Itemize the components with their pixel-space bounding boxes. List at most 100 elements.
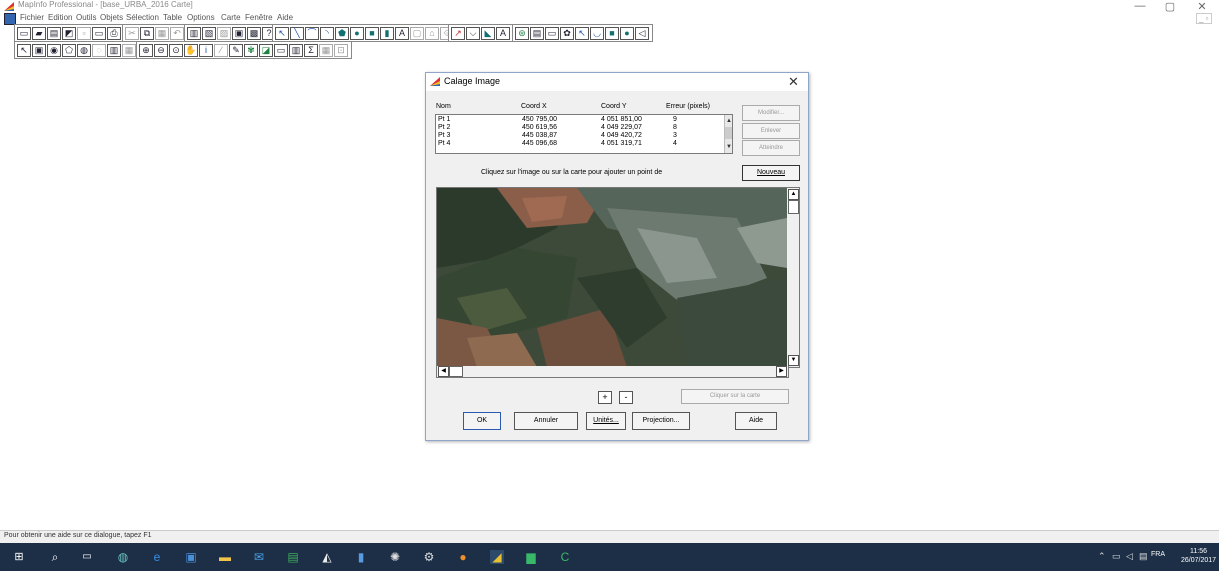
line-style-icon[interactable]: ↗ (451, 26, 465, 40)
text-icon[interactable]: A (395, 26, 409, 40)
hotlink-icon[interactable]: ⁄ (214, 43, 228, 57)
photos-icon[interactable]: ◭ (320, 550, 334, 564)
layer-control-icon[interactable]: ◪ (259, 43, 273, 57)
ellipse-icon[interactable]: ● (350, 26, 364, 40)
label-icon[interactable]: ✎ (229, 43, 243, 57)
app-doc-icon[interactable]: ▮ (354, 550, 368, 564)
polygon-icon[interactable]: ⬟ (335, 26, 349, 40)
edge-icon[interactable]: e (150, 550, 164, 564)
menu-aide[interactable]: Aide (277, 13, 293, 22)
polygon-style-icon[interactable]: ◣ (481, 26, 495, 40)
image-horizontal-scrollbar[interactable]: ◀ ▶ (436, 366, 789, 378)
modifier-button[interactable]: Modifier... (742, 105, 800, 121)
drag-map-icon[interactable]: ✾ (244, 43, 258, 57)
rounded-rect-icon[interactable]: ▮ (380, 26, 394, 40)
graph-select-icon[interactable]: ▦ (122, 43, 136, 57)
add-node-icon[interactable]: ⌂ (425, 26, 439, 40)
mail-icon[interactable]: ✉ (252, 550, 266, 564)
start-icon[interactable]: ⊞ (12, 550, 26, 564)
firefox-icon[interactable]: ● (456, 550, 470, 564)
list-item[interactable]: Pt 2 450 619,56 4 049 229,07 8 (436, 124, 721, 132)
radius-icon[interactable]: ◉ (47, 43, 61, 57)
region-style-icon[interactable]: ⌵ (466, 26, 480, 40)
tool-b-icon[interactable]: ▤ (530, 26, 544, 40)
app-gear-icon[interactable]: ⚙ (422, 550, 436, 564)
print-icon[interactable]: ⎙ (107, 26, 121, 40)
marquee-icon[interactable]: ▣ (32, 43, 46, 57)
save-as-icon[interactable]: ▫ (77, 26, 91, 40)
polygon-select-icon[interactable]: ⬠ (62, 43, 76, 57)
app-green-icon[interactable]: ▆ (524, 550, 538, 564)
menu-table[interactable]: Table (163, 13, 182, 22)
zoom-in-button[interactable]: + (598, 391, 612, 404)
set-target-icon[interactable]: ▦ (319, 43, 333, 57)
boundary-icon[interactable]: ◍ (77, 43, 91, 57)
mdi-window-controls[interactable]: _ ▫ (1196, 13, 1212, 24)
rectangle-icon[interactable]: ■ (365, 26, 379, 40)
frame-icon[interactable]: ▢ (410, 26, 424, 40)
mapinfo-icon[interactable]: ◢ (490, 550, 504, 564)
list-scrollbar[interactable]: ▲ ▼ (724, 115, 732, 153)
scroll-down-icon[interactable]: ▼ (788, 355, 799, 366)
save-icon[interactable]: ◩ (62, 26, 76, 40)
projection-button[interactable]: Projection... (632, 412, 690, 430)
scroll-thumb[interactable] (449, 366, 463, 377)
raster-image-preview[interactable] (436, 187, 788, 368)
annuler-button[interactable]: Annuler (514, 412, 578, 430)
tool-g-icon[interactable]: ■ (605, 26, 619, 40)
menu-fichier[interactable]: Fichier (20, 13, 44, 22)
text-style-icon[interactable]: A (496, 26, 510, 40)
new-browser-icon[interactable]: ▥ (187, 26, 201, 40)
statistics-icon[interactable]: Σ (304, 43, 318, 57)
dialog-title-bar[interactable]: Calage Image ✕ (426, 73, 808, 91)
scroll-thumb[interactable] (725, 127, 732, 139)
menu-edition[interactable]: Edition (48, 13, 72, 22)
invert-icon[interactable]: ▥ (107, 43, 121, 57)
tray-volume-icon[interactable]: ◁ (1126, 551, 1133, 562)
tool-f-icon[interactable]: ◡ (590, 26, 604, 40)
tool-d-icon[interactable]: ✿ (560, 26, 574, 40)
app-blue-icon[interactable]: ▣ (184, 550, 198, 564)
ruler-icon[interactable]: ▭ (274, 43, 288, 57)
list-item[interactable]: Pt 4 445 096,68 4 051 319,71 4 (436, 140, 721, 148)
dialog-close-icon[interactable]: ✕ (788, 74, 799, 90)
grabber-icon[interactable]: ✋ (184, 43, 198, 57)
clip-region-icon[interactable]: ⊡ (334, 43, 348, 57)
app-globe-icon[interactable]: ◍ (116, 550, 130, 564)
cut-icon[interactable]: ✂ (125, 26, 139, 40)
excel-icon[interactable]: ▤ (286, 550, 300, 564)
app-network-icon[interactable]: ✺ (388, 550, 402, 564)
polyline-icon[interactable]: ⌒ (305, 26, 319, 40)
new-redistrict-icon[interactable]: ▩ (247, 26, 261, 40)
app-green-c-icon[interactable]: C (558, 550, 572, 564)
menu-carte[interactable]: Carte (221, 13, 241, 22)
paste-icon[interactable]: ▦ (155, 26, 169, 40)
close-icon[interactable]: ▭ (92, 26, 106, 40)
menu-options[interactable]: Options (187, 13, 215, 22)
unselect-icon[interactable]: ◌ (92, 43, 106, 57)
list-item[interactable]: Pt 3 445 038,87 4 049 420,72 3 (436, 132, 721, 140)
nouveau-button[interactable]: Nouveau (742, 165, 800, 181)
menu-fenetre[interactable]: Fenêtre (245, 13, 273, 22)
tool-c-icon[interactable]: ▭ (545, 26, 559, 40)
tray-clock[interactable]: 11:56 26/07/2017 (1181, 547, 1216, 565)
line-icon[interactable]: ╲ (290, 26, 304, 40)
arc-icon[interactable]: ◝ (320, 26, 334, 40)
scroll-up-icon[interactable]: ▲ (788, 189, 799, 200)
scroll-up-icon[interactable]: ▲ (725, 117, 732, 125)
atteindre-button[interactable]: Atteindre (742, 140, 800, 156)
tool-i-icon[interactable]: ◁ (635, 26, 649, 40)
ok-button[interactable]: OK (463, 412, 501, 430)
scroll-left-icon[interactable]: ◀ (438, 366, 449, 377)
new-mapper-icon[interactable]: ▧ (202, 26, 216, 40)
legend-icon[interactable]: ▥ (289, 43, 303, 57)
arrow-select-icon[interactable]: ↖ (17, 43, 31, 57)
tray-chevron-icon[interactable]: ⌃ (1098, 551, 1106, 562)
new-grapher-icon[interactable]: ▨ (217, 26, 231, 40)
enlever-button[interactable]: Enlever (742, 123, 800, 139)
new-layout-icon[interactable]: ▣ (232, 26, 246, 40)
unites-button[interactable]: Unités... (586, 412, 626, 430)
new-icon[interactable]: ▭ (17, 26, 31, 40)
open-icon[interactable]: ▰ (32, 26, 46, 40)
list-item[interactable]: Pt 1 450 795,00 4 051 851,00 9 (436, 116, 721, 124)
